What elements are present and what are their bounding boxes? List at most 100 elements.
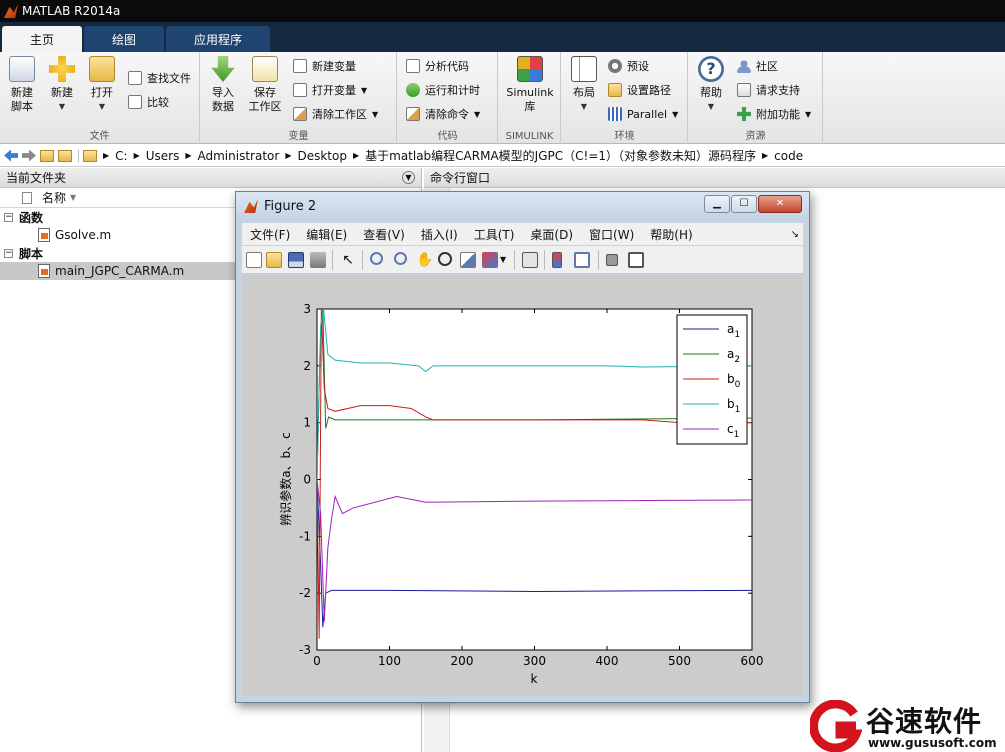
figure-title-bar[interactable]: Figure 2 ▁ ☐ ✕: [236, 192, 809, 220]
panel-menu-icon[interactable]: ▼: [402, 171, 415, 184]
clear-commands-button[interactable]: 清除命令 ▼: [406, 104, 480, 124]
new-button[interactable]: 新建 ▼: [42, 56, 82, 114]
request-support-button[interactable]: 请求支持: [737, 80, 800, 100]
new-variable-button[interactable]: 新建变量: [293, 56, 356, 76]
pan-hand-icon[interactable]: ✋: [416, 252, 433, 268]
parallel-button[interactable]: Parallel ▼: [608, 104, 678, 124]
title-bar: MATLAB R2014a: [0, 0, 1005, 22]
save-workspace-button[interactable]: 保存 工作区: [245, 56, 285, 114]
new-figure-icon[interactable]: [246, 252, 262, 268]
legend[interactable]: a1a2b0b1c1: [676, 314, 748, 445]
figure-window[interactable]: Figure 2 ▁ ☐ ✕ 文件(F) 编辑(E) 查看(V) 插入(I) 工…: [235, 191, 810, 703]
minimize-button[interactable]: ▁: [704, 195, 730, 213]
m-file-icon: [38, 264, 50, 278]
folder-icon: [608, 83, 622, 97]
open-variable-button[interactable]: 打开变量 ▼: [293, 80, 367, 100]
forward-arrow-icon[interactable]: [22, 149, 36, 162]
y-tick-label: -1: [299, 529, 311, 543]
zoom-in-icon[interactable]: [370, 252, 383, 265]
open-file-icon[interactable]: [266, 252, 282, 268]
address-bar: ▶ C: ▶ Users ▶ Administrator ▶ Desktop ▶…: [0, 145, 1005, 167]
save-icon[interactable]: [288, 252, 304, 268]
simulink-library-button[interactable]: Simulink 库: [501, 56, 559, 114]
menu-desktop[interactable]: 桌面(D): [522, 226, 581, 243]
collapse-icon[interactable]: −: [4, 248, 13, 258]
data-cursor-icon[interactable]: [460, 252, 476, 268]
toolbar-divider: [598, 250, 599, 270]
menu-edit[interactable]: 编辑(E): [298, 226, 355, 243]
breadcrumb-item[interactable]: Administrator: [198, 149, 280, 163]
toolbar-divider: [362, 250, 363, 270]
link-plot-icon[interactable]: [522, 252, 538, 268]
breadcrumb-item[interactable]: Users: [146, 149, 180, 163]
back-arrow-icon[interactable]: [4, 149, 18, 162]
zoom-out-icon[interactable]: [394, 252, 407, 265]
browse-folder-icon[interactable]: [58, 149, 72, 162]
chevron-down-icon: ▼: [805, 109, 812, 119]
menu-window[interactable]: 窗口(W): [581, 226, 642, 243]
import-data-button[interactable]: 导入 数据: [203, 56, 243, 114]
dock-arrow-icon[interactable]: ↘: [791, 229, 799, 240]
resources-group: ? 帮助 ▼ 社区 请求支持 附加功能 ▼ 资源: [689, 52, 823, 144]
app-title: MATLAB R2014a: [22, 4, 121, 18]
find-files-button[interactable]: 查找文件: [128, 68, 191, 88]
colorbar-icon[interactable]: [552, 252, 562, 268]
figure-title: Figure 2: [264, 198, 317, 214]
group-label: 环境: [614, 131, 635, 142]
maximize-button[interactable]: ☐: [731, 195, 757, 213]
print-icon[interactable]: [310, 252, 326, 268]
compare-button[interactable]: 比较: [128, 92, 169, 112]
tab-apps[interactable]: 应用程序: [166, 26, 271, 52]
preferences-button[interactable]: 预设: [608, 56, 649, 76]
watermark-brand: 谷速软件: [866, 705, 983, 738]
new-script-button[interactable]: 新建 脚本: [2, 56, 42, 114]
menu-view[interactable]: 查看(V): [355, 226, 413, 243]
menu-help[interactable]: 帮助(H): [642, 226, 700, 243]
import-arrow-icon: [211, 56, 235, 82]
clear-workspace-button[interactable]: 清除工作区 ▼: [293, 104, 378, 124]
analyze-code-button[interactable]: 分析代码: [406, 56, 469, 76]
tab-plots[interactable]: 绘图: [84, 26, 165, 52]
community-button[interactable]: 社区: [737, 56, 778, 76]
set-path-button[interactable]: 设置路径: [608, 80, 671, 100]
file-group: 新建 脚本 新建 ▼ 打开 ▼ 查找文件 比较 文件: [0, 52, 200, 144]
run-and-time-button[interactable]: 运行和计时: [406, 80, 480, 100]
tab-home[interactable]: 主页: [2, 26, 83, 52]
add-ons-button[interactable]: 附加功能 ▼: [737, 104, 811, 124]
figure-canvas[interactable]: 0 100 200 300 400 500 600 -3 -2 -1 0 1 2 3 k 辨识参数a、b…: [242, 275, 803, 696]
line-chart[interactable]: 0 100 200 300 400 500 600 -3 -2 -1 0 1 2 3 k 辨识参数a、b…: [242, 275, 803, 696]
stopwatch-icon: [406, 83, 420, 97]
breadcrumb-item[interactable]: Desktop: [297, 149, 347, 163]
help-button[interactable]: ? 帮助 ▼: [691, 56, 731, 114]
breadcrumb-item[interactable]: code: [774, 149, 803, 163]
hide-plot-tools-icon[interactable]: [606, 254, 618, 266]
group-label: 文件: [89, 131, 110, 142]
community-icon: [737, 59, 751, 73]
close-button[interactable]: ✕: [758, 195, 802, 213]
breadcrumb-item[interactable]: C:: [115, 149, 127, 163]
pointer-icon[interactable]: ↖: [340, 252, 356, 268]
brush-icon[interactable]: [482, 252, 498, 268]
toolbar-divider: [514, 250, 515, 270]
figure-toolbar: ↖ ✋ ▼: [242, 246, 803, 274]
layout-button[interactable]: 布局 ▼: [564, 56, 604, 114]
eraser-icon: [293, 107, 307, 121]
open-button[interactable]: 打开 ▼: [82, 56, 122, 114]
rotate-3d-icon[interactable]: [438, 252, 452, 266]
collapse-icon[interactable]: −: [4, 212, 13, 222]
menu-tools[interactable]: 工具(T): [466, 226, 523, 243]
up-folder-icon[interactable]: [40, 149, 54, 162]
y-tick-label: -2: [299, 586, 311, 600]
chevron-down-icon[interactable]: ▼: [500, 252, 508, 268]
x-tick-label: 200: [451, 654, 474, 668]
breadcrumb-item[interactable]: 基于matlab编程CARMA模型的JGPC（C!=1）（对象参数未知）源码程序: [365, 147, 756, 164]
menu-file[interactable]: 文件(F): [242, 226, 298, 243]
breadcrumb-separator-icon: ▶: [762, 151, 769, 160]
menu-insert[interactable]: 插入(I): [413, 226, 466, 243]
panel-header: 命令行窗口: [424, 168, 1005, 188]
panel-title: 当前文件夹: [6, 171, 67, 185]
legend-icon[interactable]: [574, 252, 590, 268]
show-plot-tools-icon[interactable]: [628, 252, 644, 268]
y-axis-label: 辨识参数a、b、c: [278, 432, 293, 526]
y-tick-label: 2: [303, 359, 311, 373]
